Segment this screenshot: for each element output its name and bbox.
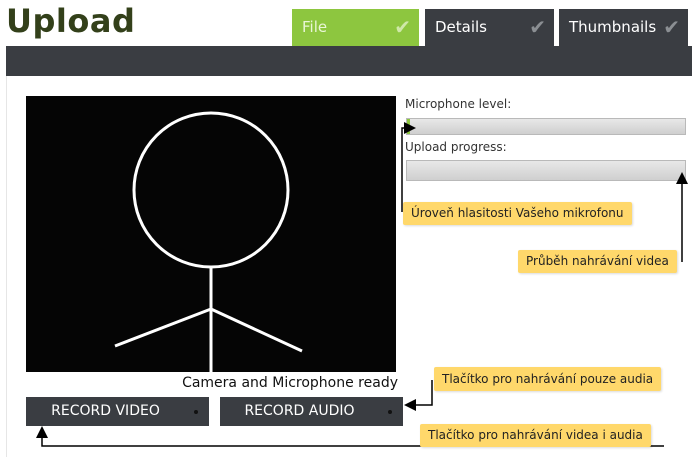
callout-video-button: Tlačítko pro nahrávání videa i audia [420,424,651,447]
callout-mic-level: Úroveň hlasitosti Vašeho mikrofonu [403,202,632,225]
callout-upload-progress: Průběh nahrávání videa [518,250,677,273]
callout-audio-button: Tlačítko pro nahrávání pouze audia [434,367,662,391]
